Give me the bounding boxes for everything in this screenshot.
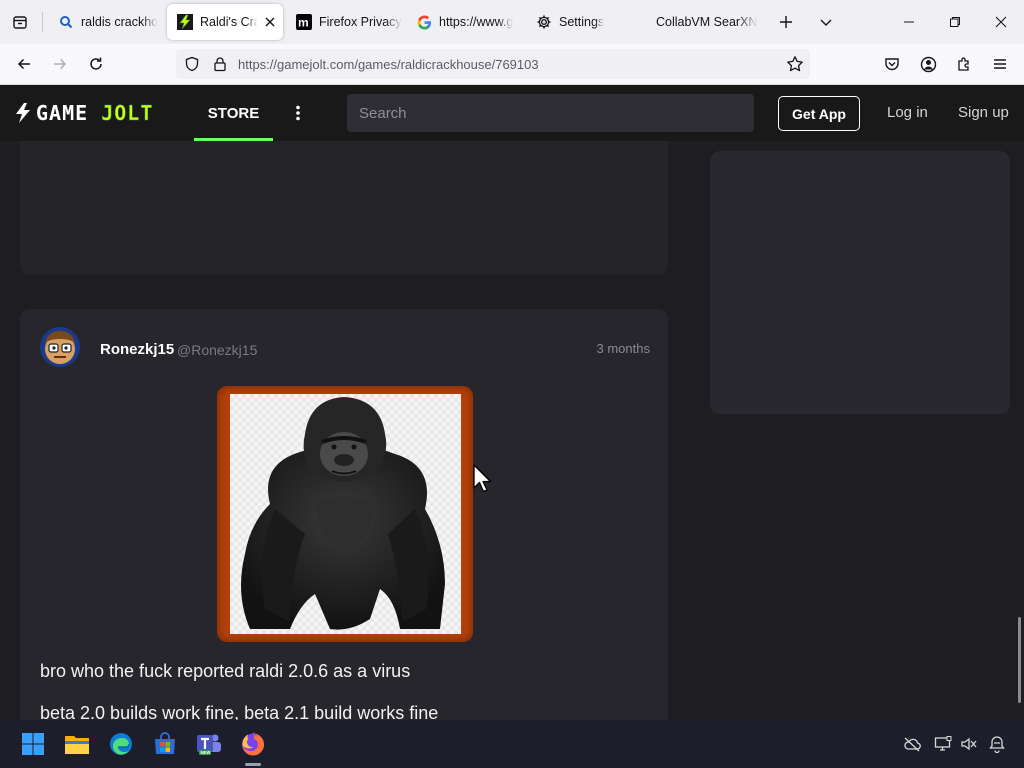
previous-post-card bbox=[20, 141, 668, 275]
mouse-cursor-icon bbox=[473, 464, 492, 493]
logo-text-jolt: JOLT bbox=[101, 101, 154, 126]
close-window-icon[interactable] bbox=[989, 10, 1013, 34]
url-text[interactable]: https://gamejolt.com/games/raldicrackhou… bbox=[238, 57, 539, 72]
tab-title: raldis crackho bbox=[81, 15, 159, 29]
signup-link[interactable]: Sign up bbox=[958, 104, 1009, 121]
login-link[interactable]: Log in bbox=[887, 104, 928, 121]
sidebar-card bbox=[710, 151, 1010, 414]
account-icon[interactable] bbox=[916, 52, 940, 76]
back-arrow-icon[interactable] bbox=[12, 52, 36, 76]
tab-manager-icon[interactable] bbox=[8, 10, 32, 34]
gamejolt-favicon-icon bbox=[177, 14, 193, 30]
search-input[interactable] bbox=[347, 94, 754, 132]
post-text-line: bro who the fuck reported raldi 2.0.6 as… bbox=[40, 661, 411, 681]
tab-raldis-crackhouse[interactable]: Raldi's Crac bbox=[167, 4, 283, 40]
notification-icon[interactable] bbox=[987, 734, 1007, 754]
edge-icon[interactable] bbox=[107, 730, 135, 758]
search-icon bbox=[58, 14, 74, 30]
close-tab-icon[interactable] bbox=[262, 14, 278, 30]
tracking-protection-shield-icon[interactable] bbox=[184, 56, 200, 72]
network-icon[interactable] bbox=[933, 734, 953, 754]
get-app-button[interactable]: Get App bbox=[778, 96, 860, 131]
gear-icon bbox=[536, 14, 552, 30]
gamejolt-logo[interactable]: GAME JOLT bbox=[14, 101, 153, 125]
browser-tab-strip: raldis crackho Raldi's Crac m Firefox Pr… bbox=[0, 0, 1024, 44]
tab-raldis-search[interactable]: raldis crackho bbox=[48, 4, 164, 40]
windows-taskbar: NEW bbox=[0, 720, 1024, 768]
more-options-icon[interactable] bbox=[290, 101, 306, 125]
restore-window-icon[interactable] bbox=[943, 10, 967, 34]
lock-icon[interactable] bbox=[212, 56, 228, 72]
post-text-line: beta 2.0 builds work fine, beta 2.1 buil… bbox=[40, 703, 439, 720]
tab-google[interactable]: https://www.g bbox=[406, 4, 524, 40]
forward-arrow-icon[interactable] bbox=[48, 52, 72, 76]
lightning-bolt-icon bbox=[16, 103, 30, 123]
tab-collabvm-searxng[interactable]: CollabVM SearXNG bbox=[646, 4, 758, 40]
minimize-window-icon[interactable] bbox=[897, 10, 921, 34]
post-author-name[interactable]: Ronezkj15 bbox=[100, 341, 174, 358]
post-author-handle[interactable]: @Ronezkj15 bbox=[177, 342, 257, 358]
tab-firefox-privacy[interactable]: m Firefox Privacy bbox=[286, 4, 402, 40]
nav-store-link[interactable]: STORE bbox=[194, 85, 273, 141]
pocket-icon[interactable] bbox=[880, 52, 904, 76]
tab-settings[interactable]: Settings bbox=[526, 4, 644, 40]
tab-separator bbox=[42, 12, 43, 32]
svg-text:m: m bbox=[298, 16, 309, 30]
extensions-icon[interactable] bbox=[952, 52, 976, 76]
browser-navigation-bar: https://gamejolt.com/games/raldicrackhou… bbox=[0, 44, 1024, 85]
microsoft-store-icon[interactable] bbox=[151, 730, 179, 758]
new-tab-icon[interactable] bbox=[774, 10, 798, 34]
windows-start-icon[interactable] bbox=[19, 730, 47, 758]
avatar[interactable] bbox=[40, 327, 80, 367]
svg-text:NEW: NEW bbox=[201, 750, 211, 755]
teams-icon[interactable]: NEW bbox=[195, 730, 223, 758]
reload-icon[interactable] bbox=[84, 52, 108, 76]
volume-muted-icon[interactable] bbox=[959, 734, 979, 754]
tab-title: Raldi's Crac bbox=[200, 15, 258, 29]
gorilla-image bbox=[230, 394, 461, 634]
google-favicon-icon bbox=[416, 14, 432, 30]
tab-title: Settings bbox=[559, 15, 605, 29]
hamburger-menu-icon[interactable] bbox=[988, 52, 1012, 76]
mozilla-favicon-icon: m bbox=[296, 14, 312, 30]
logo-text-game: GAME bbox=[36, 101, 89, 125]
post-image-gorilla[interactable] bbox=[217, 386, 473, 642]
firefox-icon[interactable] bbox=[239, 730, 267, 758]
address-bar[interactable]: https://gamejolt.com/games/raldicrackhou… bbox=[176, 49, 810, 79]
tab-title: CollabVM SearXNG bbox=[656, 15, 758, 29]
post-timestamp[interactable]: 3 months bbox=[597, 341, 650, 356]
bookmark-star-icon[interactable] bbox=[786, 55, 804, 73]
list-all-tabs-icon[interactable] bbox=[814, 10, 838, 34]
page-content: Ronezkj15 @Ronezkj15 3 months bro who th… bbox=[0, 141, 1024, 720]
comment-post: Ronezkj15 @Ronezkj15 3 months bro who th… bbox=[20, 309, 668, 720]
site-header: GAME JOLT STORE Get App Log in Sign up bbox=[0, 85, 1024, 141]
active-app-indicator bbox=[245, 763, 261, 766]
tab-title: https://www.g bbox=[439, 15, 514, 29]
page-scrollbar-thumb[interactable] bbox=[1018, 617, 1021, 703]
tab-title: Firefox Privacy bbox=[319, 15, 402, 29]
cloud-off-icon[interactable] bbox=[902, 734, 922, 754]
file-explorer-icon[interactable] bbox=[63, 730, 91, 758]
